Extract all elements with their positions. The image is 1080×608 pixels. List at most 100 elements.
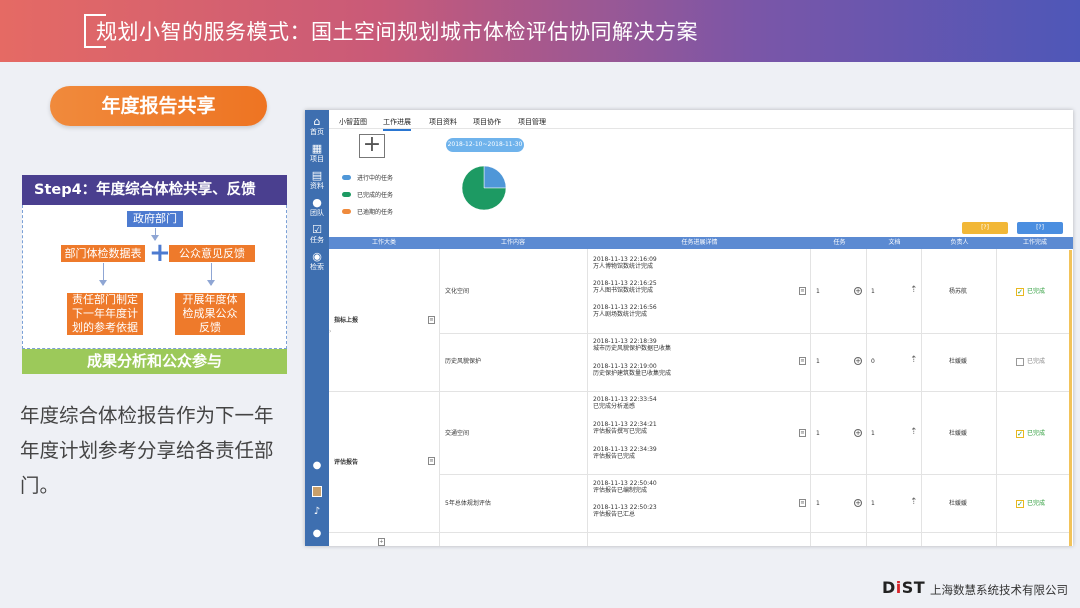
group-edit-icon[interactable]: ≡ <box>428 457 435 465</box>
row-divider <box>329 391 1069 392</box>
log-time: 2018-11-13 22:33:54 <box>593 396 657 403</box>
log-entry: 2018-11-13 22:50:40 评估报告已编制完成 <box>593 480 657 494</box>
log-text: 评估报告撰写已完成 <box>593 428 648 435</box>
help-icon[interactable]: ● <box>305 529 329 539</box>
row-content: 文化空间 <box>445 288 470 295</box>
done-checkbox[interactable]: ✓ <box>1016 500 1024 508</box>
sidebar-item-project[interactable]: ▦ 项目 <box>305 143 329 164</box>
bell-icon[interactable]: ♪ <box>305 507 329 517</box>
node-annual-line-2: 检成果公众 <box>182 307 238 320</box>
tab-collaboration[interactable]: 项目协作 <box>473 117 501 127</box>
log-entry: 2018-11-13 22:16:25 万人图书馆数统计完成 <box>593 280 657 294</box>
col-divider <box>810 249 811 546</box>
log-time: 2018-11-13 22:34:39 <box>593 446 657 453</box>
tab-blueprint[interactable]: 小智蓝图 <box>339 117 367 127</box>
company-logo: DiST <box>882 578 925 597</box>
add-doc-icon[interactable]: + <box>854 429 862 437</box>
log-entry: 2018-11-13 22:19:00 历史保护建筑数量已收集完成 <box>593 363 671 377</box>
task-doc-icon[interactable]: ≡ <box>799 287 806 295</box>
sidebar-item-home[interactable]: ⌂ 首页 <box>305 115 329 137</box>
logo-letter-d: D <box>882 578 896 597</box>
flow-body: 政府部门 部门体检数据表 + 公众意见反馈 责任部门制定 下一年年度计 划的参考… <box>22 205 287 349</box>
done-checkbox[interactable] <box>1016 358 1024 366</box>
th-docs: 文档 <box>888 239 901 246</box>
owner-name: 杜媛媛 <box>949 430 968 437</box>
legend-label: 已完成的任务 <box>357 192 394 199</box>
node-annual-feedback: 开展年度体 检成果公众 反馈 <box>175 293 245 335</box>
col-divider <box>439 249 440 546</box>
sidebar-item-task[interactable]: ☑ 任务 <box>305 224 329 245</box>
logo-letters-st: ST <box>901 578 926 597</box>
task-doc-icon[interactable]: ≡ <box>799 429 806 437</box>
add-row-icon[interactable]: + <box>378 538 385 546</box>
add-doc-icon[interactable]: + <box>854 499 862 507</box>
done-label: 已完成 <box>1027 500 1046 507</box>
node-responsible-line-3: 划的参考依据 <box>72 321 138 334</box>
node-gov: 政府部门 <box>127 211 183 227</box>
table-header: 工作大类 工作内容 任务进展详情 任务 文档 负责人 工作完成 <box>329 237 1073 249</box>
add-record-button[interactable]: [?] <box>1017 222 1063 234</box>
node-public-feedback: 公众意见反馈 <box>169 245 255 262</box>
upload-icon[interactable]: ⇡ <box>910 498 918 507</box>
log-text: 历史保护建筑数量已收集完成 <box>593 370 672 377</box>
flow-title: Step4：年度综合体检共享、反馈 <box>22 175 287 205</box>
log-text: 评估报告已汇总 <box>593 511 636 518</box>
upload-icon[interactable]: ⇡ <box>910 356 918 365</box>
legend-swatch <box>342 175 351 180</box>
owner-name: 杜媛媛 <box>949 358 968 365</box>
export-button[interactable]: [?] <box>962 222 1008 234</box>
row-content: 交通空间 <box>445 430 470 437</box>
scrollbar[interactable] <box>1069 250 1072 546</box>
user-icon[interactable]: ● <box>305 461 329 471</box>
log-text: 城市历史风貌保护数据已收集 <box>593 345 672 352</box>
sidebar-label: 任务 <box>310 236 324 244</box>
task-count: 1 <box>816 288 820 295</box>
avatar[interactable] <box>312 486 322 497</box>
owner-name: 杨苏航 <box>949 288 968 295</box>
tab-materials[interactable]: 项目资料 <box>429 117 457 127</box>
add-doc-icon[interactable]: + <box>854 357 862 365</box>
col-divider <box>921 249 922 546</box>
col-divider <box>587 249 588 546</box>
date-range-badge[interactable]: 2018-12-10~2018-11-30 <box>446 138 524 152</box>
expand-icon[interactable]: › <box>329 328 331 336</box>
log-entry: 2018-11-13 22:16:09 万人博物馆数统计完成 <box>593 256 657 270</box>
done-checkbox[interactable]: ✓ <box>1016 430 1024 438</box>
tab-management[interactable]: 项目管理 <box>518 117 546 127</box>
doc-count: 0 <box>871 358 875 365</box>
task-doc-icon[interactable]: ≡ <box>799 499 806 507</box>
legend-swatch <box>342 209 351 214</box>
log-entry: 2018-11-13 22:33:54 已完成分析遥感 <box>593 396 657 410</box>
log-time: 2018-11-13 22:34:21 <box>593 421 657 428</box>
log-text: 已完成分析遥感 <box>593 403 636 410</box>
sidebar-label: 团队 <box>310 209 324 217</box>
legend-item: 已逾期的任务 <box>342 201 393 220</box>
node-annual-line-1: 开展年度体 <box>182 293 238 306</box>
task-doc-icon[interactable]: ≡ <box>799 357 806 365</box>
pie-slice-0 <box>483 165 507 189</box>
team-icon: ● <box>312 196 322 209</box>
arrow-right-down <box>207 263 215 286</box>
task-count: 1 <box>816 430 820 437</box>
log-text: 评估报告已完成 <box>593 453 636 460</box>
plus-icon: + <box>149 238 171 268</box>
th-done: 工作完成 <box>1022 239 1047 246</box>
row-divider <box>439 333 1069 334</box>
log-entry: 2018-11-13 22:18:39 城市历史风貌保护数据已收集 <box>593 338 671 352</box>
sidebar-item-docs[interactable]: ▤ 资料 <box>305 170 329 191</box>
sidebar-item-team[interactable]: ● 团队 <box>305 196 329 218</box>
home-icon: ⌂ <box>313 115 321 128</box>
log-entry: 2018-11-13 22:50:23 评估报告已汇总 <box>593 504 657 518</box>
add-task-button[interactable]: + <box>359 134 385 158</box>
node-responsible-line-1: 责任部门制定 <box>72 293 138 306</box>
sidebar-item-search[interactable]: ◉ 检索 <box>305 251 329 272</box>
add-doc-icon[interactable]: + <box>854 287 862 295</box>
app-sidebar: ⌂ 首页 ▦ 项目 ▤ 资料 ● 团队 ☑ 任务 ◉ 检索 ● ♪ ● <box>305 110 329 546</box>
group-edit-icon[interactable]: ≡ <box>428 316 435 324</box>
upload-icon[interactable]: ⇡ <box>910 428 918 437</box>
log-text: 万人剧场数统计完成 <box>593 311 648 318</box>
upload-icon[interactable]: ⇡ <box>910 286 918 295</box>
done-checkbox[interactable]: ✓ <box>1016 288 1024 296</box>
node-responsible: 责任部门制定 下一年年度计 划的参考依据 <box>67 293 143 335</box>
log-time: 2018-11-13 22:16:25 <box>593 280 657 287</box>
